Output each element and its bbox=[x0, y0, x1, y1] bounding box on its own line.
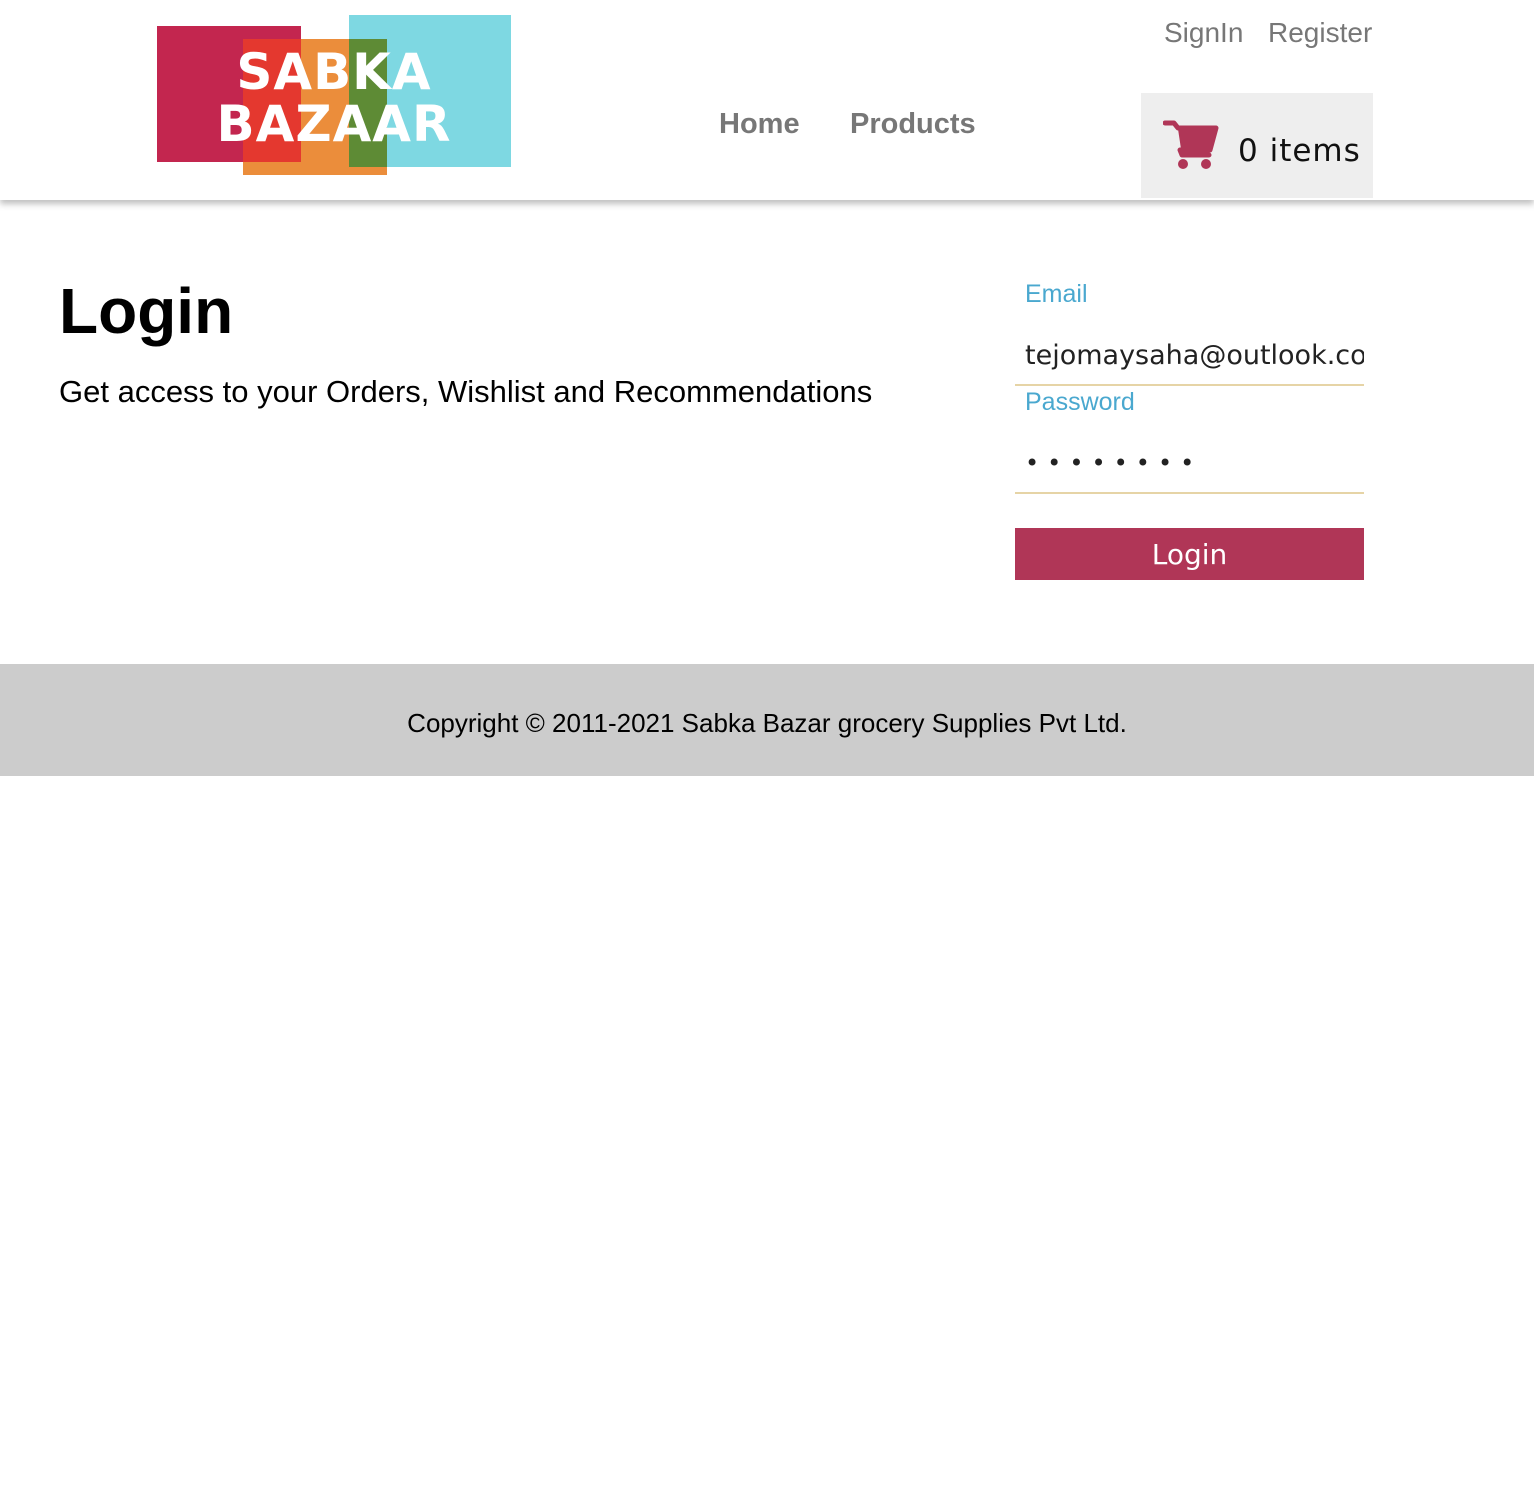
cart-item-count: 0 items bbox=[1238, 133, 1361, 169]
password-label: Password bbox=[1025, 388, 1135, 416]
cart-button[interactable]: 0 items bbox=[1141, 93, 1373, 198]
sabka-bazaar-logo[interactable]: SABKA BAZAAR bbox=[157, 15, 511, 175]
signin-link[interactable]: SignIn bbox=[1164, 17, 1243, 49]
page-subtitle: Get access to your Orders, Wishlist and … bbox=[59, 374, 873, 409]
nav-products-link[interactable]: Products bbox=[850, 108, 976, 141]
site-footer: Copyright © 2011-2021 Sabka Bazar grocer… bbox=[0, 664, 1534, 776]
email-field[interactable] bbox=[1015, 326, 1364, 386]
email-label: Email bbox=[1025, 280, 1088, 308]
site-header: SABKA BAZAAR Home Products SignIn Regist… bbox=[0, 0, 1534, 200]
nav-home-link[interactable]: Home bbox=[719, 108, 800, 141]
logo-text-line2: BAZAAR bbox=[216, 95, 452, 153]
logo-text-line1: SABKA bbox=[236, 43, 432, 101]
page-title: Login bbox=[59, 275, 234, 347]
login-button[interactable]: Login bbox=[1015, 528, 1364, 580]
cart-icon bbox=[1163, 120, 1219, 169]
logo-block-orange-tail bbox=[349, 167, 387, 175]
password-field[interactable] bbox=[1015, 434, 1364, 494]
copyright-text: Copyright © 2011-2021 Sabka Bazar grocer… bbox=[407, 708, 1127, 738]
register-link[interactable]: Register bbox=[1268, 17, 1372, 49]
